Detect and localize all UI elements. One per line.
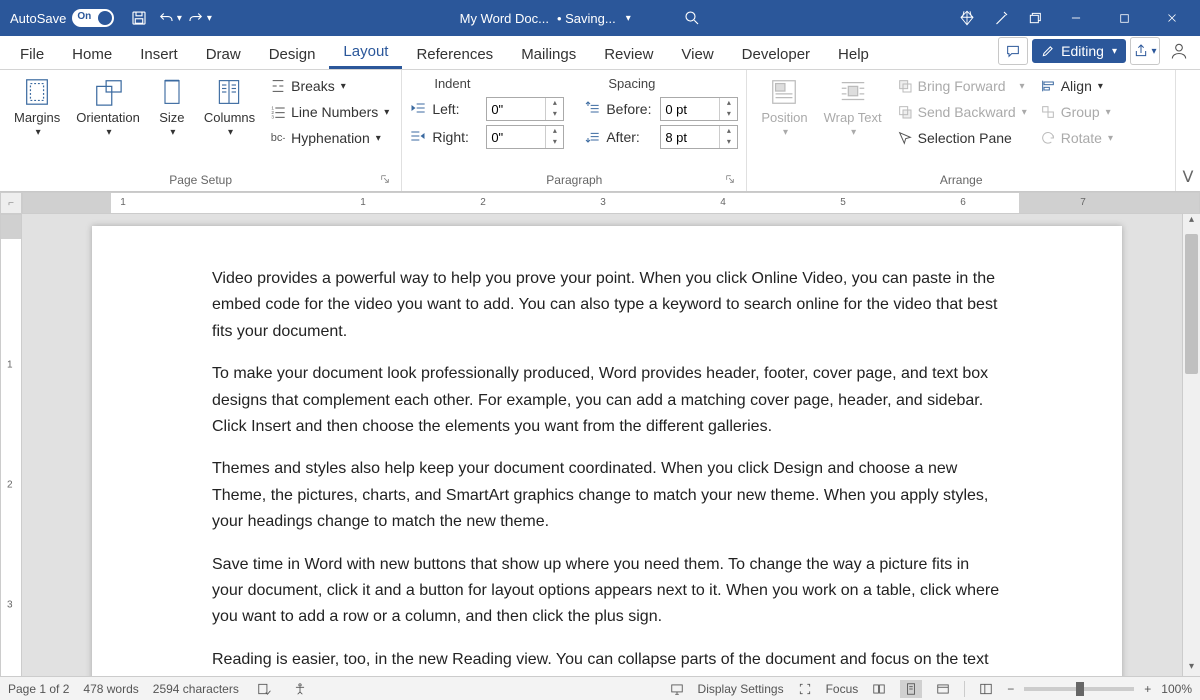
tab-design[interactable]: Design	[255, 40, 330, 69]
title-chevron-icon[interactable]: ▾	[624, 13, 631, 24]
margins-button[interactable]: Margins▾	[8, 74, 66, 171]
indent-left-label: Left:	[432, 101, 480, 117]
undo-icon[interactable]: ▾	[154, 3, 184, 33]
group-paragraph: Indent Left: ▴▾ Right: ▴▾ Spacing Before: ▴…	[402, 70, 747, 191]
close-button[interactable]	[1150, 0, 1194, 36]
page-indicator[interactable]: Page 1 of 2	[8, 682, 69, 696]
size-button[interactable]: Size▾	[150, 74, 194, 171]
hyphenation-button[interactable]: bc-Hyphenation▾	[265, 126, 393, 150]
tab-review[interactable]: Review	[590, 40, 667, 69]
indent-left-input[interactable]: ▴▾	[486, 97, 564, 121]
scroll-up-icon[interactable]: ▴	[1183, 214, 1200, 232]
tab-view[interactable]: View	[667, 40, 727, 69]
horizontal-ruler[interactable]: ⌐ 1 1 2 3 4 5 6 7	[0, 192, 1200, 214]
search-icon[interactable]	[677, 3, 707, 33]
tab-references[interactable]: References	[402, 40, 507, 69]
spacing-after-label: After:	[606, 129, 654, 145]
zoom-out-button[interactable]: −	[1007, 682, 1014, 696]
zoom-in-button[interactable]: +	[1144, 682, 1151, 696]
paragraph[interactable]: Reading is easier, too, in the new Readi…	[212, 647, 1002, 679]
autosave-toggle[interactable]: On	[72, 9, 114, 27]
accessibility-icon[interactable]	[289, 680, 311, 698]
save-icon[interactable]	[124, 3, 154, 33]
vertical-scrollbar[interactable]: ▴ ▾	[1182, 214, 1200, 679]
status-bar: Page 1 of 2 478 words 2594 characters Di…	[0, 676, 1200, 700]
align-button[interactable]: Align▾	[1035, 74, 1117, 98]
character-count[interactable]: 2594 characters	[153, 682, 239, 696]
svg-text:3: 3	[271, 115, 274, 120]
breaks-button[interactable]: Breaks▾	[265, 74, 393, 98]
paragraph[interactable]: To make your document look professionall…	[212, 361, 1002, 440]
tab-help[interactable]: Help	[824, 40, 883, 69]
save-status: • Saving...	[557, 11, 616, 26]
indent-heading: Indent	[410, 74, 564, 95]
document-viewport[interactable]: Video provides a powerful way to help yo…	[22, 214, 1182, 679]
layout-view-icon[interactable]	[975, 680, 997, 698]
ribbon: Margins▾ Orientation▾ Size▾ Columns▾ Bre…	[0, 70, 1200, 192]
paragraph-launcher-icon[interactable]	[724, 173, 736, 185]
web-layout-icon[interactable]	[932, 680, 954, 698]
group-button: Group▾	[1035, 100, 1117, 124]
line-numbers-button[interactable]: 123Line Numbers▾	[265, 100, 393, 124]
minimize-button[interactable]	[1054, 0, 1098, 36]
position-button: Position▾	[755, 74, 813, 171]
vertical-ruler[interactable]: 1 2 3	[0, 214, 22, 679]
zoom-percent[interactable]: 100%	[1161, 682, 1192, 696]
wrap-text-button: Wrap Text▾	[818, 74, 888, 171]
send-backward-button: Send Backward▾	[892, 100, 1031, 124]
display-settings-icon[interactable]	[666, 680, 688, 698]
document-title: My Word Doc...	[460, 11, 549, 26]
redo-icon[interactable]: ▾	[184, 3, 214, 33]
tab-draw[interactable]: Draw	[192, 40, 255, 69]
tab-layout[interactable]: Layout	[329, 37, 402, 69]
editing-mode-button[interactable]: Editing▾	[1032, 39, 1126, 63]
autosave-label: AutoSave	[10, 11, 66, 26]
spacing-before-label: Before:	[606, 101, 654, 117]
page-setup-launcher-icon[interactable]	[379, 173, 391, 185]
read-mode-icon[interactable]	[868, 680, 890, 698]
print-layout-icon[interactable]	[900, 680, 922, 698]
tab-home[interactable]: Home	[58, 40, 126, 69]
selection-pane-button[interactable]: Selection Pane	[892, 126, 1031, 150]
paragraph[interactable]: Themes and styles also help keep your do…	[212, 456, 1002, 535]
comments-button[interactable]	[998, 37, 1028, 65]
account-icon[interactable]	[1164, 37, 1194, 65]
collapse-ribbon-icon[interactable]: ᐯ	[1183, 167, 1194, 187]
title-bar: AutoSave On ▾ ▾ My Word Doc... • Saving.…	[0, 0, 1200, 36]
diamond-icon[interactable]	[952, 3, 982, 33]
ribbon-tabs: File Home Insert Draw Design Layout Refe…	[0, 36, 1200, 70]
tab-developer[interactable]: Developer	[728, 40, 824, 69]
bring-forward-button: Bring Forward▾	[892, 74, 1031, 98]
orientation-button[interactable]: Orientation▾	[70, 74, 146, 171]
scrollbar-thumb[interactable]	[1185, 234, 1198, 374]
indent-right-label: Right:	[432, 129, 480, 145]
word-count[interactable]: 478 words	[83, 682, 138, 696]
wand-icon[interactable]	[986, 3, 1016, 33]
paragraph[interactable]: Save time in Word with new buttons that …	[212, 552, 1002, 631]
restore-window-icon[interactable]	[1020, 3, 1050, 33]
spellcheck-icon[interactable]	[253, 680, 275, 698]
zoom-slider[interactable]	[1024, 687, 1134, 691]
spacing-after-input[interactable]: ▴▾	[660, 125, 738, 149]
focus-label[interactable]: Focus	[826, 682, 859, 696]
rotate-button: Rotate▾	[1035, 126, 1117, 150]
ruler-corner: ⌐	[0, 192, 22, 214]
focus-icon[interactable]	[794, 680, 816, 698]
document-page[interactable]: Video provides a powerful way to help yo…	[92, 226, 1122, 679]
indent-right-input[interactable]: ▴▾	[486, 125, 564, 149]
tab-file[interactable]: File	[6, 40, 58, 69]
group-arrange: Position▾ Wrap Text▾ Bring Forward▾ Send…	[747, 70, 1176, 191]
tab-insert[interactable]: Insert	[126, 40, 192, 69]
group-page-setup: Margins▾ Orientation▾ Size▾ Columns▾ Bre…	[0, 70, 402, 191]
columns-button[interactable]: Columns▾	[198, 74, 261, 171]
maximize-button[interactable]	[1102, 0, 1146, 36]
share-button[interactable]: ▾	[1130, 37, 1160, 65]
spacing-before-input[interactable]: ▴▾	[660, 97, 738, 121]
spacing-heading: Spacing	[584, 74, 738, 95]
paragraph[interactable]: Video provides a powerful way to help yo…	[212, 266, 1002, 345]
display-settings-label[interactable]: Display Settings	[698, 682, 784, 696]
tab-mailings[interactable]: Mailings	[507, 40, 590, 69]
